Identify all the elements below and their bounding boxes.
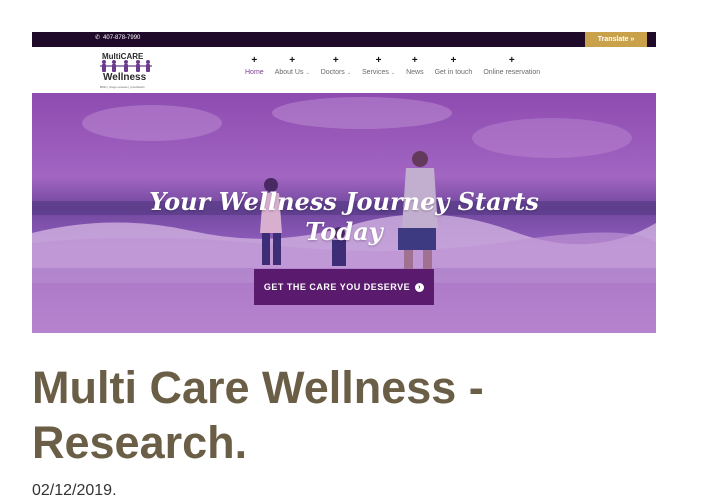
hero-banner: Your Wellness Journey Starts Today GET T…	[32, 93, 656, 333]
nav-item-get-in-touch[interactable]: + Get in touch	[434, 55, 473, 77]
hero-title-line1: Your Wellness Journey Starts	[149, 187, 539, 216]
nav-label: Get in touch	[434, 69, 473, 76]
chevron-down-icon: ⌄	[390, 69, 396, 76]
logo-tagline: BMC | drugs reviews | prosthetics	[100, 85, 145, 89]
nav-item-doctors[interactable]: + Doctors ⌄	[320, 55, 352, 77]
nav-item-news[interactable]: + News	[406, 55, 424, 77]
arrow-circle-icon: ›	[415, 282, 425, 292]
nav-label: Services	[362, 69, 389, 76]
nav-item-online-reservation[interactable]: + Online reservation	[483, 55, 541, 77]
post-date: 02/12/2019.	[32, 482, 117, 499]
phone-text: 407-878-7990	[103, 34, 141, 41]
page-title: Multi Care Wellness - Research.	[32, 362, 484, 468]
plus-icon: +	[375, 55, 382, 66]
nav-item-about-us[interactable]: + About Us ⌄	[274, 55, 310, 77]
nav-label: About Us	[274, 69, 304, 76]
nav-label: Online reservation	[483, 69, 541, 76]
main-navbar: MultiCARE Wellness BMC | drugs reviews |…	[32, 47, 656, 93]
logo-figures-icon	[100, 60, 152, 72]
plus-icon: +	[251, 55, 258, 66]
cta-label: GET THE CARE YOU DESERVE	[263, 282, 411, 292]
phone-icon: ✆	[95, 35, 101, 41]
hero-title-line2: Today	[305, 217, 383, 246]
hero-title: Your Wellness Journey Starts Today	[32, 187, 656, 247]
nav-item-home[interactable]: + Home	[245, 55, 264, 77]
nav-label: Doctors	[320, 69, 345, 76]
site-logo[interactable]: MultiCARE Wellness BMC | drugs reviews |…	[96, 52, 156, 92]
plus-icon: +	[450, 55, 457, 66]
primary-nav: + Home + About Us ⌄ + Doctors ⌄ + Services…	[245, 55, 551, 77]
nav-item-services[interactable]: + Services ⌄	[362, 55, 396, 77]
logo-line2: Wellness	[103, 72, 147, 83]
chevron-down-icon: ⌄	[346, 69, 352, 76]
cta-button[interactable]: GET THE CARE YOU DESERVE ›	[254, 269, 434, 305]
phone-number[interactable]: ✆ 407-878-7990	[95, 34, 141, 42]
plus-icon: +	[289, 55, 296, 66]
translate-button[interactable]: Translate »	[585, 32, 647, 47]
plus-icon: +	[332, 55, 339, 66]
plus-icon: +	[508, 55, 515, 66]
chevron-down-icon: ⌄	[305, 69, 310, 76]
top-bar: ✆ 407-878-7990 Translate »	[32, 32, 656, 47]
nav-label: Home	[245, 69, 264, 76]
nav-label: News	[406, 69, 424, 76]
plus-icon: +	[411, 55, 418, 66]
